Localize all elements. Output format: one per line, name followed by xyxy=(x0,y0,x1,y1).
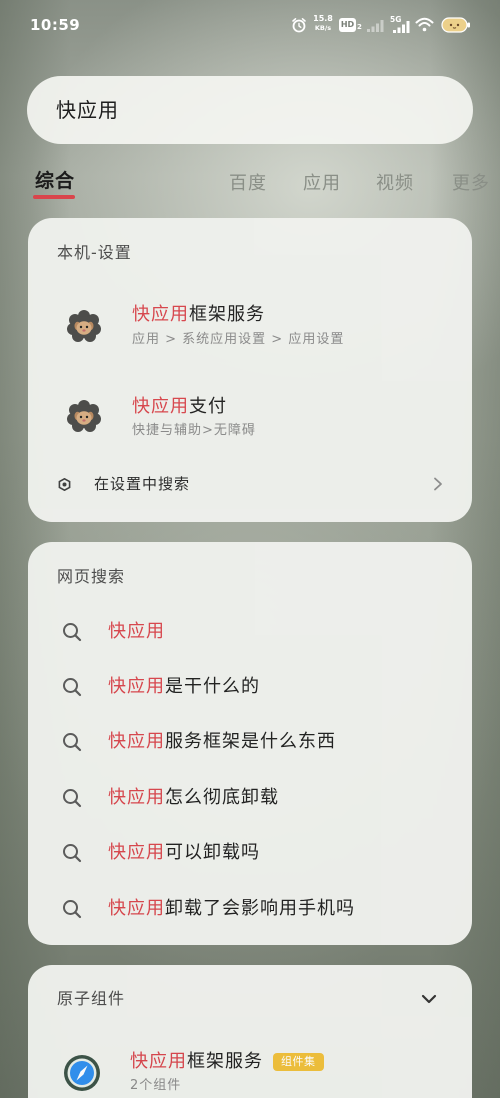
suggestion-highlight: 快应用 xyxy=(108,621,165,642)
result-path: 应用 > 系统应用设置 > 应用设置 xyxy=(132,332,345,347)
card-title: 网页搜索 xyxy=(57,567,126,586)
search-bar[interactable]: 快应用 xyxy=(27,76,473,144)
hd-voice-icon: HD xyxy=(339,18,356,32)
signal-icon-sim1 xyxy=(367,20,384,32)
card-title: 原子组件 xyxy=(57,989,126,1008)
search-suggestion[interactable]: 快应用是干什么的 xyxy=(28,662,472,712)
title-highlight: 快应用 xyxy=(130,1051,187,1072)
local-settings-card: 本机-设置 快应用框架服务 应用 > 系统应用设置 > 应用设置 快应用支付 快… xyxy=(28,218,472,522)
network-speed: 15.8 KB/s xyxy=(312,14,334,33)
search-input[interactable]: 快应用 xyxy=(56,76,119,144)
search-suggestion[interactable]: 快应用服务框架是什么东西 xyxy=(28,717,472,767)
title-rest: 框架服务 xyxy=(187,1051,263,1072)
result-tabs: 综合 百度 应用 视频 更多 xyxy=(0,164,500,202)
suggestion-rest: 怎么彻底卸载 xyxy=(165,787,279,808)
suggestion-rest: 服务框架是什么东西 xyxy=(165,731,336,752)
suggestion-text: 快应用是干什么的 xyxy=(108,676,260,698)
settings-mascot-icon xyxy=(67,400,101,432)
suggestion-highlight: 快应用 xyxy=(108,787,165,808)
tab-more[interactable]: 更多 xyxy=(452,172,500,196)
status-time: 10:59 xyxy=(30,16,81,34)
result-title: 快应用支付 xyxy=(132,396,227,418)
network-speed-unit: KB/s xyxy=(314,24,332,32)
settings-result-item[interactable]: 快应用框架服务 应用 > 系统应用设置 > 应用设置 xyxy=(28,296,472,364)
suggestion-highlight: 快应用 xyxy=(108,842,165,863)
search-suggestion[interactable]: 快应用 xyxy=(28,607,472,657)
settings-hex-icon xyxy=(58,477,71,491)
web-search-card: 网页搜索 快应用 快应用是干什么的 快应用服务框架是什么东西 快应用怎么彻底卸载… xyxy=(28,542,472,945)
signal-icon xyxy=(393,21,410,33)
title-highlight: 快应用 xyxy=(132,396,189,417)
suggestion-text: 快应用可以卸载吗 xyxy=(108,842,260,864)
hd-voice-index: 2 xyxy=(357,23,362,31)
active-tab-indicator xyxy=(33,195,75,199)
search-icon xyxy=(63,623,82,642)
alarm-icon xyxy=(292,18,306,33)
suggestion-text: 快应用 xyxy=(108,621,165,643)
chevron-right-icon xyxy=(434,477,442,491)
search-icon xyxy=(63,844,82,863)
search-icon xyxy=(63,900,82,919)
search-in-settings-label: 在设置中搜索 xyxy=(94,475,191,493)
component-result-item[interactable]: 快应用框架服务 组件集 2个组件 xyxy=(28,1035,472,1098)
title-highlight: 快应用 xyxy=(132,304,189,325)
settings-mascot-icon xyxy=(67,310,101,342)
suggestion-rest: 是干什么的 xyxy=(165,676,260,697)
suggestion-highlight: 快应用 xyxy=(108,898,165,919)
tab-videos[interactable]: 视频 xyxy=(376,172,414,196)
result-title: 快应用框架服务 组件集 xyxy=(130,1051,324,1073)
search-suggestion[interactable]: 快应用可以卸载吗 xyxy=(28,828,472,878)
chevron-down-icon[interactable] xyxy=(421,992,437,1006)
tab-apps[interactable]: 应用 xyxy=(303,172,341,196)
component-set-badge: 组件集 xyxy=(273,1053,324,1071)
tab-all[interactable]: 综合 xyxy=(35,169,75,193)
settings-result-item[interactable]: 快应用支付 快捷与辅助>无障碍 xyxy=(28,386,472,454)
search-icon xyxy=(63,733,82,752)
search-in-settings-row[interactable]: 在设置中搜索 xyxy=(28,462,472,506)
search-suggestion[interactable]: 快应用怎么彻底卸载 xyxy=(28,773,472,823)
search-suggestion[interactable]: 快应用卸载了会影响用手机吗 xyxy=(28,884,472,934)
component-count: 2个组件 xyxy=(130,1078,182,1093)
quick-app-compass-icon xyxy=(64,1055,100,1091)
search-icon xyxy=(63,678,82,697)
title-rest: 框架服务 xyxy=(189,304,265,325)
suggestion-rest: 可以卸载吗 xyxy=(165,842,260,863)
search-icon xyxy=(63,789,82,808)
wifi-icon xyxy=(415,17,434,32)
network-speed-value: 15.8 xyxy=(313,14,333,23)
card-title: 本机-设置 xyxy=(57,243,132,262)
suggestion-rest: 卸载了会影响用手机吗 xyxy=(165,898,355,919)
title-rest: 支付 xyxy=(189,396,227,417)
atomic-components-card: 原子组件 快应用框架服务 组件集 2个组件 xyxy=(28,965,472,1098)
result-path: 快捷与辅助>无障碍 xyxy=(132,423,256,438)
result-title: 快应用框架服务 xyxy=(132,304,265,326)
suggestion-highlight: 快应用 xyxy=(108,731,165,752)
tab-baidu[interactable]: 百度 xyxy=(229,172,267,196)
suggestion-text: 快应用卸载了会影响用手机吗 xyxy=(108,898,355,920)
suggestion-text: 快应用怎么彻底卸载 xyxy=(108,787,279,809)
battery-icon xyxy=(441,17,470,33)
suggestion-text: 快应用服务框架是什么东西 xyxy=(108,731,336,753)
suggestion-highlight: 快应用 xyxy=(108,676,165,697)
